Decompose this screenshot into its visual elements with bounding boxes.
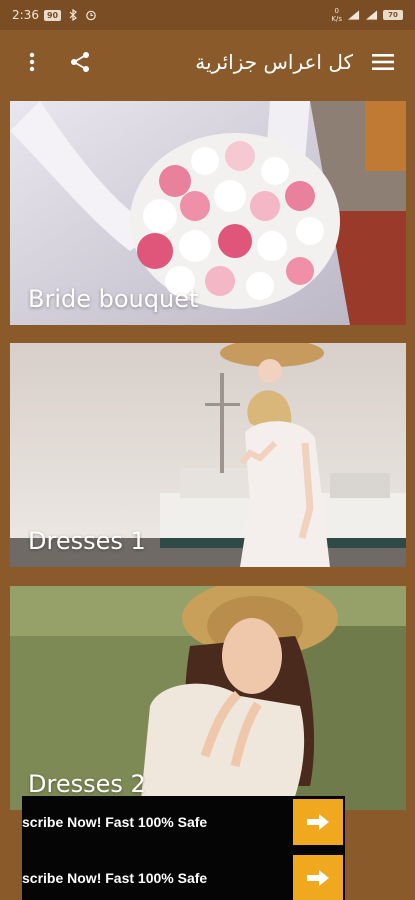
more-options-icon[interactable] (12, 42, 52, 82)
menu-icon[interactable] (363, 42, 403, 82)
card-label: Bride bouquet (28, 285, 199, 313)
arrow-right-icon[interactable] (293, 799, 343, 845)
network-speed-value: 0 (334, 7, 339, 15)
network-speed-unit: K/s (331, 15, 342, 23)
category-card-bride-bouquet[interactable]: Bride bouquet (10, 101, 406, 325)
share-icon[interactable] (60, 42, 100, 82)
network-speed: 0 K/s (331, 7, 342, 23)
ad-row[interactable]: scribe Now! Fast 100% Safe (22, 852, 345, 900)
battery-indicator: 70 (383, 10, 403, 20)
signal-icon (347, 9, 360, 22)
ad-text: scribe Now! Fast 100% Safe (22, 870, 208, 886)
page-title: كل اعراس جزائرية (195, 50, 353, 74)
card-label: Dresses 2 (28, 770, 146, 798)
ad-banner[interactable]: scribe Now! Fast 100% Safe scribe Now! F… (22, 796, 345, 900)
category-card-dresses-1[interactable]: Dresses 1 (10, 343, 406, 567)
ad-row[interactable]: scribe Now! Fast 100% Safe (22, 796, 345, 848)
ad-text: scribe Now! Fast 100% Safe (22, 814, 208, 830)
category-card-dresses-2[interactable]: Dresses 2 (10, 586, 406, 810)
alarm-icon (84, 9, 97, 22)
status-badge: 90 (43, 9, 62, 21)
status-time: 2:36 (12, 8, 39, 22)
status-bar: 2:36 90 0 K/s 70 (0, 0, 415, 30)
arrow-right-icon[interactable] (293, 855, 343, 900)
card-label: Dresses 1 (28, 527, 146, 555)
signal-icon-2 (365, 9, 378, 22)
bluetooth-icon (66, 9, 79, 22)
app-bar: كل اعراس جزائرية (0, 30, 415, 94)
